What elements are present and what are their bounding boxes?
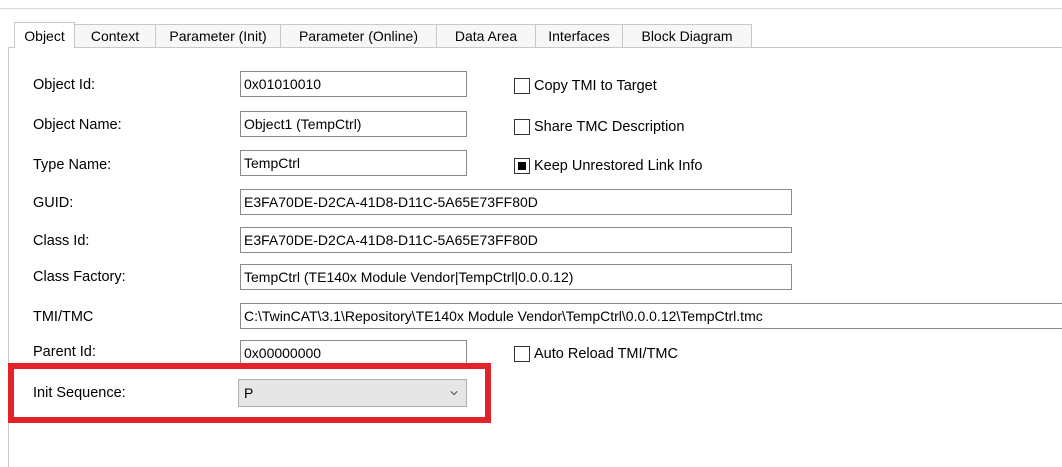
class-id-label: Class Id: — [33, 233, 90, 249]
share-tmc-label: Share TMC Description — [534, 119, 685, 135]
auto-reload-label: Auto Reload TMI/TMC — [534, 346, 678, 362]
type-name-field[interactable]: TempCtrl — [240, 150, 467, 176]
tab-context[interactable]: Context — [74, 24, 156, 47]
tab-block-diagram[interactable]: Block Diagram — [622, 24, 752, 47]
parent-id-label: Parent Id: — [33, 344, 96, 360]
tmi-tmc-field[interactable]: C:\TwinCAT\3.1\Repository\TE140x Module … — [240, 303, 1062, 329]
tab-object[interactable]: Object — [14, 22, 75, 48]
keep-link-box[interactable] — [514, 158, 530, 174]
object-name-label: Object Name: — [33, 117, 122, 133]
object-id-label: Object Id: — [33, 77, 96, 93]
tab-parameter-init[interactable]: Parameter (Init) — [155, 24, 281, 47]
copy-tmi-box[interactable] — [514, 78, 530, 94]
object-id-field[interactable]: 0x01010010 — [240, 71, 467, 97]
tab-interfaces[interactable]: Interfaces — [535, 24, 623, 47]
auto-reload-box[interactable] — [514, 346, 530, 362]
top-divider — [0, 8, 1062, 9]
tmi-tmc-label: TMI/TMC — [33, 309, 94, 325]
object-name-field[interactable]: Object1 (TempCtrl) — [240, 111, 467, 137]
class-factory-label: Class Factory: — [33, 269, 126, 285]
class-factory-field[interactable]: TempCtrl (TE140x Module Vendor|TempCtrl|… — [240, 264, 792, 290]
copy-tmi-label: Copy TMI to Target — [534, 78, 657, 94]
copy-tmi-checkbox[interactable]: Copy TMI to Target — [514, 78, 657, 94]
guid-field[interactable]: E3FA70DE-D2CA-41D8-D11C-5A65E73FF80D — [240, 189, 792, 215]
share-tmc-box[interactable] — [514, 119, 530, 135]
auto-reload-checkbox[interactable]: Auto Reload TMI/TMC — [514, 346, 678, 362]
type-name-label: Type Name: — [33, 157, 112, 173]
share-tmc-checkbox[interactable]: Share TMC Description — [514, 119, 684, 135]
class-id-field[interactable]: E3FA70DE-D2CA-41D8-D11C-5A65E73FF80D — [240, 227, 792, 253]
keep-link-checkbox[interactable]: Keep Unrestored Link Info — [514, 158, 702, 174]
keep-link-label: Keep Unrestored Link Info — [534, 158, 703, 174]
highlight-annotation — [8, 363, 491, 423]
tab-data-area[interactable]: Data Area — [436, 24, 536, 47]
tab-parameter-online[interactable]: Parameter (Online) — [280, 24, 437, 47]
guid-label: GUID: — [33, 195, 74, 211]
